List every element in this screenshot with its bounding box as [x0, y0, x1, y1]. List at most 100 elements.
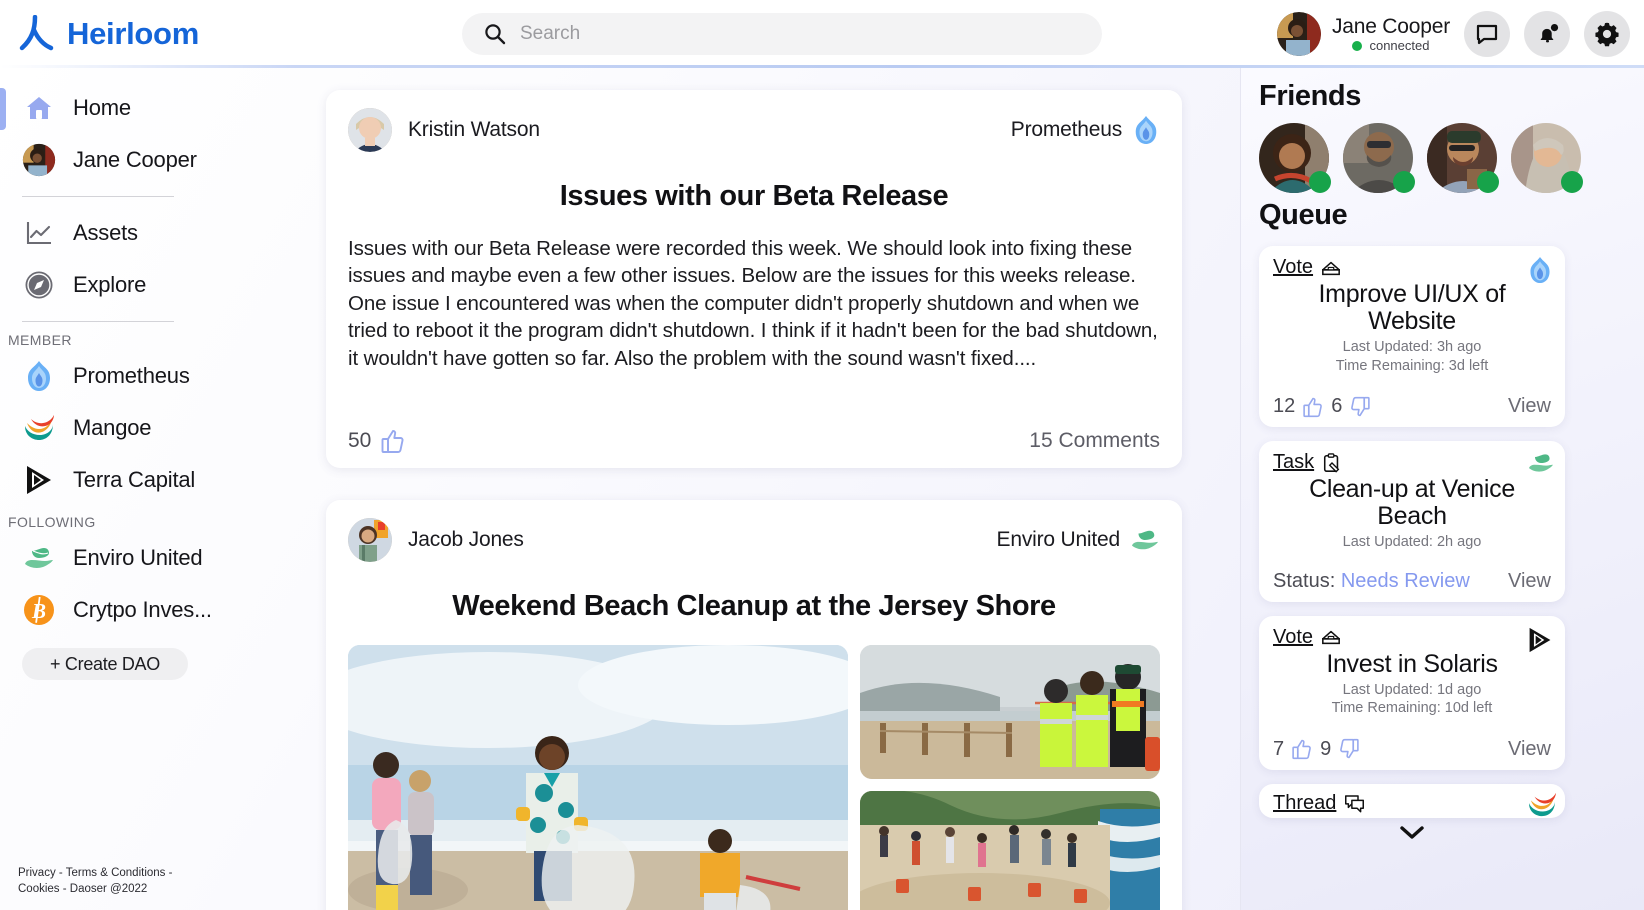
post-author-name: Kristin Watson — [408, 118, 540, 141]
messages-button[interactable] — [1464, 11, 1510, 57]
friend-avatar-4[interactable] — [1511, 123, 1583, 193]
friend-avatar-2[interactable] — [1343, 123, 1415, 193]
post-dao-name: Enviro United — [996, 528, 1121, 552]
thumbs-up-icon[interactable] — [1302, 396, 1324, 418]
sidebar-item-label: Prometheus — [73, 363, 190, 388]
sidebar-item-label: Jane Cooper — [73, 147, 197, 172]
chevron-down-icon — [1398, 824, 1426, 842]
right-panel: Friends Queue Vote Improve UI/UX of Webs… — [1240, 68, 1644, 910]
settings-button[interactable] — [1584, 11, 1630, 57]
post-like-count: 50 — [348, 429, 372, 453]
thumbs-down-icon[interactable] — [1349, 396, 1371, 418]
queue-title: Clean-up at Venice Beach — [1309, 475, 1515, 531]
user-meta: Jane Cooper connected — [1332, 15, 1450, 54]
sidebar-item-assets[interactable]: Assets — [0, 207, 268, 259]
queue-card[interactable]: Task Clean-up at Venice Beach Last Updat… — [1259, 441, 1565, 602]
post-card[interactable]: Kristin Watson Prometheus Issues with ou… — [326, 90, 1182, 469]
queue-card[interactable]: Vote Invest in Solaris Last Updated: 1d … — [1259, 615, 1565, 770]
chat-bubble-icon — [1475, 22, 1499, 46]
footer-line-1[interactable]: Privacy - Terms & Conditions - — [18, 865, 172, 882]
friend-avatar-3[interactable] — [1427, 123, 1499, 193]
thumbs-down-icon[interactable] — [1338, 738, 1360, 760]
sidebar-item-home[interactable]: Home — [0, 82, 268, 134]
footer-line-2[interactable]: Cookies - Daoser @2022 — [18, 881, 172, 898]
notifications-button[interactable] — [1524, 11, 1570, 57]
queue-downvote-count: 6 — [1331, 395, 1343, 418]
volunteers-in-vests-photo[interactable] — [860, 645, 1160, 780]
queue-kind[interactable]: Vote — [1273, 256, 1341, 279]
queue-upvote-count: 12 — [1273, 395, 1296, 418]
post-author[interactable]: Kristin Watson — [348, 108, 540, 152]
avatar[interactable] — [1276, 12, 1321, 56]
heirloom-logo-icon — [18, 15, 54, 53]
post-dao-name: Prometheus — [1010, 118, 1122, 141]
sidebar-item-crytpo-inves[interactable]: B Crytpo Inves... — [0, 584, 268, 636]
queue-footer: 7 9 View — [1273, 738, 1551, 761]
post-footer: 50 15 Comments — [348, 428, 1160, 454]
search-bar[interactable] — [462, 13, 1102, 55]
create-dao-button[interactable]: + Create DAO — [22, 648, 188, 680]
post-author[interactable]: Jacob Jones — [348, 518, 524, 563]
bitcoin-icon: B — [22, 593, 56, 627]
post-comments-link[interactable]: 15 Comments — [1029, 429, 1160, 453]
post-dao[interactable]: Enviro United — [997, 527, 1160, 553]
post-likes[interactable]: 50 — [348, 428, 406, 454]
queue-heading: Queue — [1259, 199, 1348, 231]
queue-votes: 7 9 — [1273, 738, 1360, 761]
post-header: Kristin Watson Prometheus — [348, 108, 1160, 152]
queue-title: Improve UI/UX of Website — [1318, 280, 1506, 335]
sidebar-item-label: Terra Capital — [73, 467, 196, 492]
online-dot-icon — [1561, 171, 1583, 193]
sidebar-item-label: Assets — [73, 220, 138, 245]
sidebar-item-mangoe[interactable]: Mangoe — [0, 402, 268, 454]
queue-kind[interactable]: Task — [1273, 451, 1342, 474]
queue-card[interactable]: Vote Improve UI/UX of Website Last Updat… — [1259, 246, 1565, 428]
queue-kind-label: Vote — [1273, 256, 1314, 278]
sidebar-item-terra-capital[interactable]: Terra Capital — [0, 454, 268, 506]
kristin-watson-avatar[interactable] — [348, 108, 392, 152]
prometheus-gem-icon — [1132, 115, 1160, 145]
sidebar-item-prometheus[interactable]: Prometheus — [0, 350, 268, 402]
sidebar-item-explore[interactable]: Explore — [0, 259, 268, 311]
queue-view-link[interactable]: View — [1508, 570, 1551, 593]
sidebar-item-label: Enviro United — [73, 545, 203, 570]
user-chip[interactable]: Jane Cooper connected — [1276, 12, 1450, 56]
online-dot-icon — [1309, 171, 1331, 193]
queue-votes: 12 6 — [1273, 395, 1371, 418]
thumbs-up-icon[interactable] — [380, 428, 406, 454]
enviro-leaf-hand-icon — [1130, 527, 1160, 553]
post-gallery-side — [860, 645, 1160, 910]
queue-view-link[interactable]: View — [1508, 738, 1551, 761]
prometheus-gem-icon — [1527, 256, 1553, 283]
queue-upvote-count: 7 — [1273, 737, 1285, 760]
friend-avatar-1[interactable] — [1259, 123, 1331, 193]
beach-crowd-cleanup-photo[interactable] — [860, 791, 1160, 910]
jacob-jones-avatar[interactable] — [348, 518, 392, 563]
sidebar-item-label: Home — [73, 95, 131, 120]
chart-line-icon — [22, 216, 56, 250]
queue-kind[interactable]: Thread — [1273, 792, 1365, 815]
queue-kind[interactable]: Vote — [1273, 626, 1341, 649]
search-input[interactable] — [520, 23, 1080, 45]
scroll-more-button[interactable] — [1259, 824, 1565, 842]
beach-cleanup-volunteers-photo[interactable] — [348, 645, 848, 910]
queue-time-remaining: Time Remaining: 10d left — [1331, 700, 1493, 717]
sidebar-item-jane-cooper[interactable]: Jane Cooper — [0, 134, 268, 186]
terra-triangle-icon — [22, 463, 56, 497]
thumbs-up-icon[interactable] — [1291, 738, 1313, 760]
prometheus-gem-icon — [22, 359, 56, 393]
queue-status-value: Needs Review — [1340, 569, 1470, 592]
status-badge: connected — [1332, 38, 1450, 53]
queue-card[interactable]: Thread — [1259, 783, 1565, 818]
queue-view-link[interactable]: View — [1508, 395, 1551, 418]
brand[interactable]: Heirloom — [18, 15, 199, 53]
home-icon — [22, 91, 56, 125]
post-card[interactable]: Jacob Jones Enviro United Weekend Beach … — [326, 500, 1182, 910]
post-dao[interactable]: Prometheus — [1011, 115, 1160, 145]
post-header: Jacob Jones Enviro United — [348, 518, 1160, 563]
mangoe-swoosh-icon — [1527, 792, 1556, 818]
enviro-leaf-hand-icon — [22, 541, 56, 575]
sidebar-item-enviro-united[interactable]: Enviro United — [0, 532, 268, 584]
status-text: connected — [1369, 38, 1430, 54]
post-author-name: Jacob Jones — [408, 528, 524, 552]
